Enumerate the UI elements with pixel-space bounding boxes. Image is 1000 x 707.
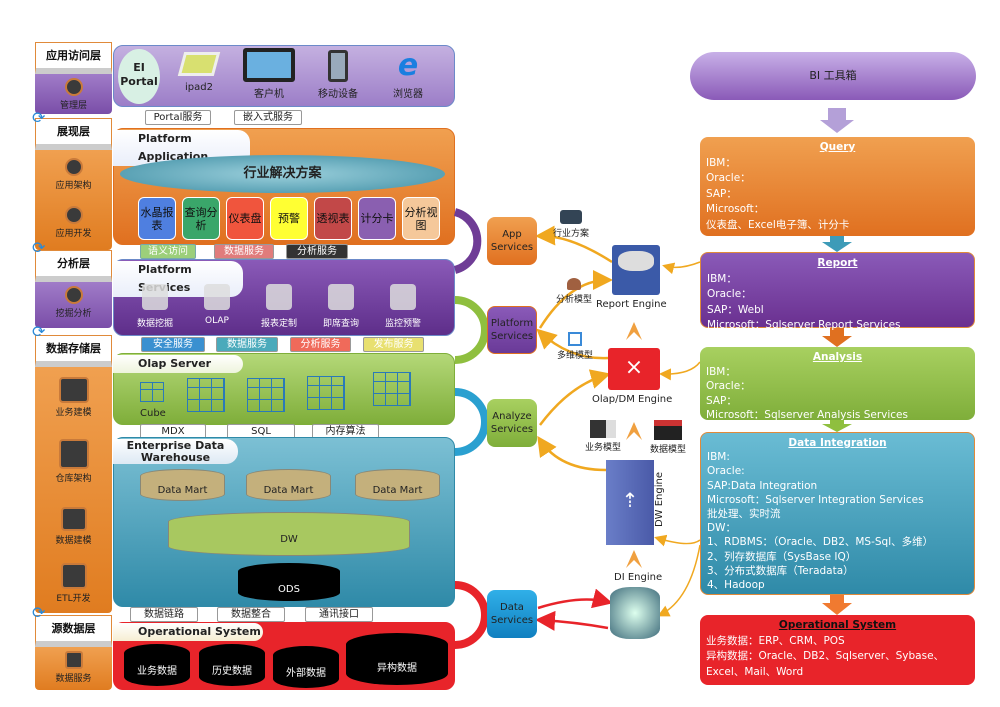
analyze-services-button[interactable]: Analyze Services xyxy=(487,399,537,447)
toolbox-line: 4、Hadoop xyxy=(707,579,765,592)
toolbox-line: SAP:Data Integration xyxy=(707,479,818,492)
toolbox-line: 3、分布式数据库（Teradata） xyxy=(707,564,854,577)
toolbox-line: DW： xyxy=(707,522,736,535)
toolbox-operational-system: Operational System 业务数据：ERP、CRM、POS 异构数据：O… xyxy=(700,615,975,685)
model-business: 业务模型 xyxy=(585,420,621,453)
toolbox-report: Report IBM： Oracle： SAP：Webl Microsoft：Sqlse… xyxy=(700,252,975,331)
arrow-di-to-data xyxy=(535,610,609,631)
arrow-toolbox-di xyxy=(657,544,701,617)
model-industry: 行业方案 xyxy=(553,210,589,239)
toolbox-line: 批处理、实时流 xyxy=(707,508,781,521)
arrow-toolbox-report xyxy=(662,261,701,275)
report-engine-icon xyxy=(612,245,660,295)
presenter-icon xyxy=(590,420,616,438)
toolbox-line: Oracle： xyxy=(706,172,751,184)
toolbox-line: SAP： xyxy=(706,187,737,200)
toolbox-line: Oracle： xyxy=(707,288,752,300)
chevron-up-icon xyxy=(626,322,642,340)
model-analysis: 分析模型 xyxy=(556,278,592,305)
ring-connector-data xyxy=(454,581,489,649)
toolbox-line: Excel、Mail、Word xyxy=(706,665,804,678)
toolbox-line: Microsoft： xyxy=(706,203,765,215)
chevron-up-icon xyxy=(626,550,642,568)
arrow-down-icon xyxy=(820,108,854,133)
toolbox-box-title[interactable]: Operational System xyxy=(706,618,969,634)
data-services-button[interactable]: Data Services xyxy=(487,590,537,638)
ring-connector-platform xyxy=(454,296,489,364)
arrow-toolbox-olap xyxy=(659,361,701,381)
toolbox-line: IBM： xyxy=(707,272,737,285)
toolbox-line: SAP： xyxy=(706,394,737,407)
workstation-icon xyxy=(654,420,682,440)
arrow-down-icon xyxy=(822,595,852,615)
toolbox-box-title[interactable]: Query xyxy=(706,140,969,156)
toolbox-line: Oracle： xyxy=(706,380,751,392)
toolbox-line: 1、RDBMS：（Oracle、DB2、MS-Sql、多维） xyxy=(707,536,934,549)
di-engine-label: DI Engine xyxy=(614,572,663,583)
di-engine-icon xyxy=(610,587,660,639)
dw-engine-icon: ⇡ xyxy=(606,460,654,545)
toolbox-line: Oracle: xyxy=(707,465,745,478)
toolbox-line: Microsoft：Sqlserver Integration Services xyxy=(707,493,924,506)
toolbox-data-integration: Data Integration IBM: Oracle: SAP:Data Inte… xyxy=(700,432,975,595)
bi-toolbox-header: BI 工具箱 xyxy=(690,52,976,100)
olap-engine-label: Olap/DM Engine xyxy=(592,394,673,405)
arrow-toolbox-dw xyxy=(654,534,701,547)
toolbox-line: 业务数据：ERP、CRM、POS xyxy=(706,634,845,647)
toolbox-box-title[interactable]: Report xyxy=(707,256,968,272)
people-icon xyxy=(560,210,582,224)
ring-connector-analyze xyxy=(454,388,489,456)
toolbox-line: 仪表盘、Excel电子簿、计分卡 xyxy=(706,218,850,231)
toolbox-box-title[interactable]: Analysis xyxy=(706,350,969,365)
chevron-up-icon xyxy=(626,422,642,440)
toolbox-line: IBM: xyxy=(707,451,730,464)
dw-engine-label: DW Engine xyxy=(654,471,666,528)
olap-engine-icon: ⨯ xyxy=(608,348,660,390)
toolbox-line: Microsoft：Sqlserver Analysis Services xyxy=(706,409,908,421)
report-engine-label: Report Engine xyxy=(596,299,667,310)
toolbox-analysis: Analysis IBM： Oracle： SAP： Microsoft：Sqlserv… xyxy=(700,347,975,421)
pyramid-icon xyxy=(567,278,581,290)
toolbox-line: Microsoft：Sqlserver Report Services xyxy=(707,319,901,331)
toolbox-query: Query IBM： Oracle： SAP： Microsoft： 仪表盘、Excel电… xyxy=(700,137,975,236)
toolbox-box-title[interactable]: Data Integration xyxy=(707,436,968,450)
arrow-data-to-di xyxy=(537,588,613,610)
toolbox-line: IBM： xyxy=(706,156,736,169)
toolbox-line: 2、列存数据库（SysBase IQ） xyxy=(707,550,857,563)
model-multidim: 多维模型 xyxy=(557,332,593,361)
toolbox-line: 异构数据：Oracle、DB2、Sqlserver、Sybase、 xyxy=(706,650,945,662)
arrow-report-to-app xyxy=(535,225,613,264)
cube-icon xyxy=(568,332,582,346)
toolbox-line: IBM： xyxy=(706,365,736,378)
arrow-down-icon xyxy=(822,236,852,252)
ring-connector-app xyxy=(453,208,482,274)
model-data: 数据模型 xyxy=(650,420,686,455)
platform-services-button[interactable]: Platform Services xyxy=(487,306,537,354)
toolbox-line: SAP：Webl xyxy=(707,303,764,316)
app-services-button[interactable]: App Services xyxy=(487,217,537,265)
